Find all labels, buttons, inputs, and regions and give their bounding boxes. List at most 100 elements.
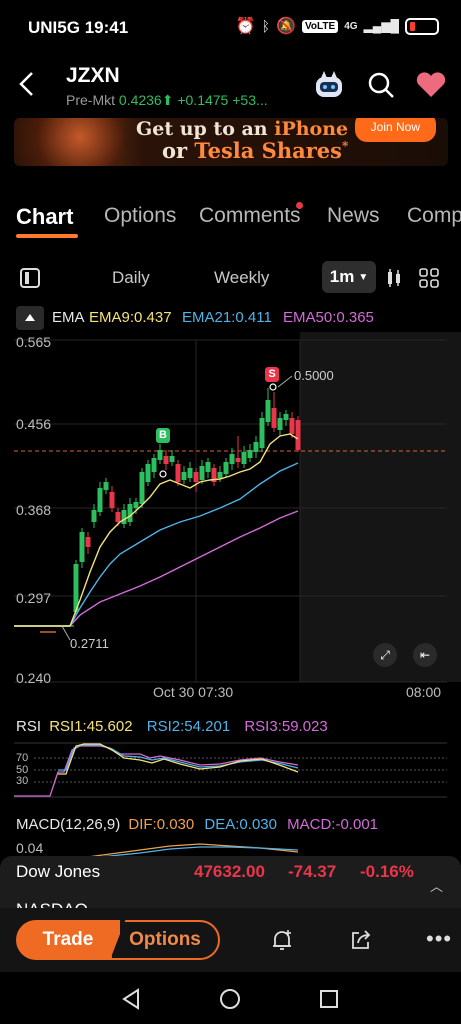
macd-label: MACD(12,26,9) [16, 816, 121, 833]
options-button[interactable]: Options [110, 920, 220, 960]
buy-marker-badge[interactable]: B [156, 428, 170, 443]
candle-body [181, 472, 187, 480]
nav-recents-icon[interactable] [318, 988, 340, 1010]
candle-body [85, 537, 91, 547]
ema9-value: EMA9:0.437 [89, 309, 172, 326]
mute-icon: 🔕 [276, 18, 296, 35]
candle-body [241, 452, 247, 464]
action-bar: Trade Options ••• [0, 908, 461, 972]
price-alert-bell-icon[interactable] [270, 928, 294, 952]
rsi-chart: 70 50 30 [0, 740, 461, 800]
period-daily[interactable]: Daily [112, 268, 150, 288]
banner-line-1: Get up to an iPhone 16 [136, 118, 382, 140]
tab-comments[interactable]: Comments [199, 204, 301, 228]
rsi-legend: RSI RSI1:45.602 RSI2:54.201 RSI3:59.023 [16, 718, 328, 735]
premarket-price: 0.4236 [118, 92, 162, 108]
ticker-symbol: JZXN [66, 64, 120, 87]
low-price-label: 0.2711 [70, 636, 109, 651]
nav-back-icon[interactable] [120, 988, 142, 1010]
candle-body [79, 532, 85, 562]
status-icons: ⏰ ᛒ 🔕 VoLTE 4G ▂▄▆█ [236, 16, 439, 36]
y-tick: 0.565 [16, 334, 52, 350]
candle-body [277, 418, 283, 430]
search-icon[interactable] [364, 68, 398, 102]
index-name: Dow Jones [16, 862, 101, 881]
candle-body [145, 464, 151, 482]
candle-body [109, 492, 115, 508]
candle-body [151, 458, 157, 472]
premarket-change: +0.1475 [177, 92, 229, 108]
trade-button[interactable]: Trade [16, 920, 120, 960]
rsi-label: RSI [16, 718, 42, 735]
network-label: 4G [344, 20, 358, 32]
macd-y-tick: 0.04 [16, 840, 44, 856]
sidebar-toggle-icon[interactable] [20, 268, 40, 288]
tab-company[interactable]: Comp [407, 204, 461, 228]
period-weekly[interactable]: Weekly [214, 268, 269, 288]
candle-body [163, 456, 169, 464]
candle-type-icon[interactable] [385, 268, 403, 288]
candle-body [115, 512, 121, 522]
macd-dea-value: DEA:0.030 [204, 816, 277, 833]
candle-body [259, 418, 265, 448]
candle-body [121, 510, 127, 524]
jump-to-latest-icon[interactable]: ⇤ [413, 643, 437, 667]
index-ticker-strip[interactable]: Dow Jones 47632.00 -74.37 -0.16% ︿ NASDA… [0, 856, 461, 910]
clock: 19:41 [84, 18, 129, 37]
interval-selector[interactable]: 1m ▼ [322, 261, 376, 293]
candle-body [199, 466, 205, 480]
candle-body [103, 482, 109, 490]
promo-banner[interactable]: Get up to an iPhone 16 or Tesla Shares* … [14, 118, 448, 166]
candle-body [295, 420, 301, 450]
index-change: -74.37 [288, 862, 337, 881]
candle-body [187, 468, 193, 478]
candle-body [247, 450, 253, 458]
dropdown-caret-icon: ▼ [358, 271, 369, 283]
ema-label: EMA [52, 309, 85, 326]
tab-options[interactable]: Options [104, 204, 176, 228]
candle-body [229, 454, 235, 464]
robot-assistant-icon[interactable] [312, 68, 346, 102]
share-icon[interactable] [349, 928, 373, 952]
signal-icon: ▂▄▆█ [363, 19, 399, 33]
system-nav-bar [0, 972, 461, 1024]
stock-header: JZXN Pre-Mkt 0.4236⬆ +0.1475 +53... [0, 56, 461, 116]
grid-layout-icon[interactable] [419, 268, 439, 288]
index-percent: -0.16% [360, 862, 414, 881]
nav-home-icon[interactable] [219, 988, 241, 1010]
status-bar: UNI5G 19:41 ⏰ ᛒ 🔕 VoLTE 4G ▂▄▆█ [0, 0, 461, 56]
banner-line-2: or Tesla Shares* [162, 138, 349, 163]
battery-icon [405, 17, 439, 35]
rsi-plot [14, 742, 447, 798]
more-options-icon[interactable]: ••• [426, 926, 452, 952]
candle-body [217, 472, 223, 478]
rsi-level-70: 70 [16, 752, 29, 764]
notification-dot [296, 202, 303, 209]
interval-label: 1m [329, 267, 355, 286]
collapse-indicators-button[interactable] [16, 306, 44, 330]
y-tick: 0.368 [16, 502, 52, 518]
rsi1-value: RSI1:45.602 [49, 718, 133, 735]
high-price-label: 0.5000 [294, 368, 334, 383]
y-tick: 0.240 [16, 670, 52, 686]
ema-legend: EMA EMA9:0.437 EMA21:0.411 EMA50:0.365 [0, 306, 461, 332]
favorite-heart-icon[interactable] [414, 68, 448, 102]
back-arrow-icon[interactable] [14, 70, 42, 98]
price-chart[interactable]: 0.565 0.456 0.368 0.297 0.240 Oct 30 07:… [0, 332, 461, 712]
rsi-level-30: 30 [16, 775, 29, 787]
fullscreen-icon[interactable]: ⤢ [373, 643, 397, 667]
candle-body [127, 504, 133, 522]
tab-chart[interactable]: Chart [16, 204, 73, 230]
join-now-button[interactable]: Join Now [354, 118, 436, 142]
expand-chevron-icon[interactable]: ︿ [430, 876, 443, 895]
period-bar: Daily Weekly 1m ▼ [0, 258, 461, 298]
ema50-value: EMA50:0.365 [283, 309, 374, 326]
sell-marker-badge[interactable]: S [265, 367, 279, 382]
premarket-label: Pre-Mkt [66, 92, 115, 108]
candle-body [193, 472, 199, 482]
status-carrier-time: UNI5G 19:41 [28, 18, 128, 38]
candle-body [283, 414, 289, 420]
premarket-percent: +53... [232, 92, 268, 108]
candle-body [133, 502, 139, 508]
tab-news[interactable]: News [327, 204, 380, 228]
